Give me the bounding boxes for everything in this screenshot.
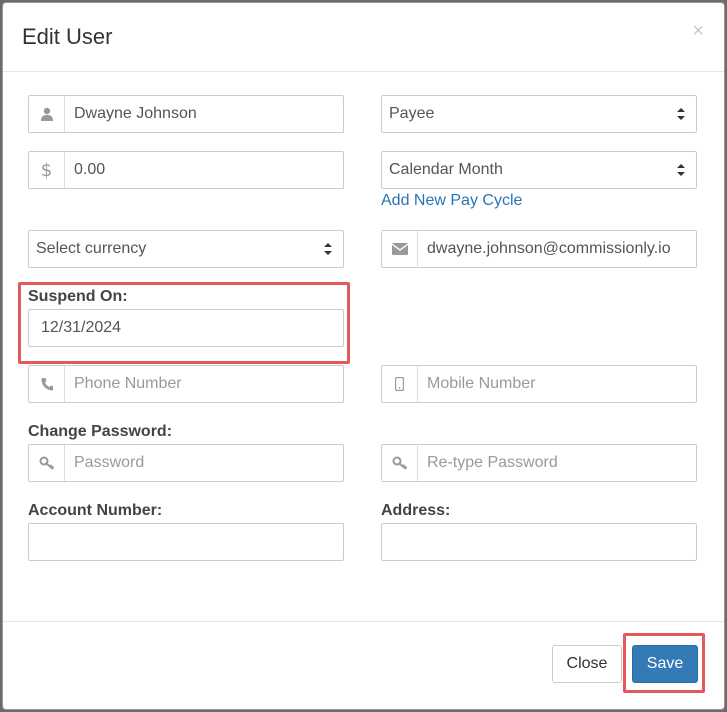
mobile-icon bbox=[382, 366, 418, 402]
modal-title: Edit User bbox=[22, 24, 113, 49]
save-highlight bbox=[623, 633, 705, 693]
name-field[interactable]: Dwayne Johnson bbox=[28, 95, 344, 133]
footer-divider bbox=[3, 621, 724, 622]
pay-cycle-selected: Calendar Month bbox=[389, 161, 503, 178]
key-icon bbox=[29, 445, 65, 481]
mobile-field[interactable]: Mobile Number bbox=[381, 365, 697, 403]
change-password-label: Change Password: bbox=[28, 423, 173, 440]
modal-header: Edit User × bbox=[3, 3, 724, 72]
email-field[interactable]: dwayne.johnson@commissionly.io bbox=[381, 230, 697, 268]
close-button[interactable]: Close bbox=[552, 645, 622, 683]
retype-password-field[interactable]: Re-type Password bbox=[381, 444, 697, 482]
currency-selected: Select currency bbox=[36, 240, 147, 257]
currency-select[interactable]: Select currency bbox=[28, 230, 344, 268]
account-number-field[interactable] bbox=[28, 523, 344, 561]
role-select[interactable]: Payee bbox=[381, 95, 697, 133]
select-caret-icon bbox=[677, 164, 685, 176]
add-pay-cycle-link[interactable]: Add New Pay Cycle bbox=[381, 192, 522, 210]
key-icon bbox=[382, 445, 418, 481]
dollar-icon: $ bbox=[29, 152, 65, 188]
address-label: Address: bbox=[381, 502, 451, 519]
amount-field[interactable]: $ 0.00 bbox=[28, 151, 344, 189]
address-field[interactable] bbox=[381, 523, 697, 561]
pay-cycle-select[interactable]: Calendar Month bbox=[381, 151, 697, 189]
mobile-placeholder: Mobile Number bbox=[427, 375, 536, 392]
select-caret-icon bbox=[324, 243, 332, 255]
name-value: Dwayne Johnson bbox=[74, 105, 197, 122]
password-field[interactable]: Password bbox=[28, 444, 344, 482]
suspend-on-highlight bbox=[18, 282, 350, 364]
select-caret-icon bbox=[677, 108, 685, 120]
phone-icon bbox=[29, 366, 65, 402]
edit-user-modal: Edit User × Dwayne Johnson Payee $ 0.00 … bbox=[2, 2, 725, 710]
account-number-label: Account Number: bbox=[28, 502, 163, 519]
retype-password-placeholder: Re-type Password bbox=[427, 454, 558, 471]
envelope-icon bbox=[382, 231, 418, 267]
password-placeholder: Password bbox=[74, 454, 145, 471]
phone-field[interactable]: Phone Number bbox=[28, 365, 344, 403]
close-icon[interactable]: × bbox=[692, 21, 704, 41]
email-value: dwayne.johnson@commissionly.io bbox=[427, 240, 671, 257]
amount-value: 0.00 bbox=[74, 161, 106, 178]
phone-placeholder: Phone Number bbox=[74, 375, 182, 392]
user-icon bbox=[29, 96, 65, 132]
role-selected: Payee bbox=[389, 105, 435, 122]
